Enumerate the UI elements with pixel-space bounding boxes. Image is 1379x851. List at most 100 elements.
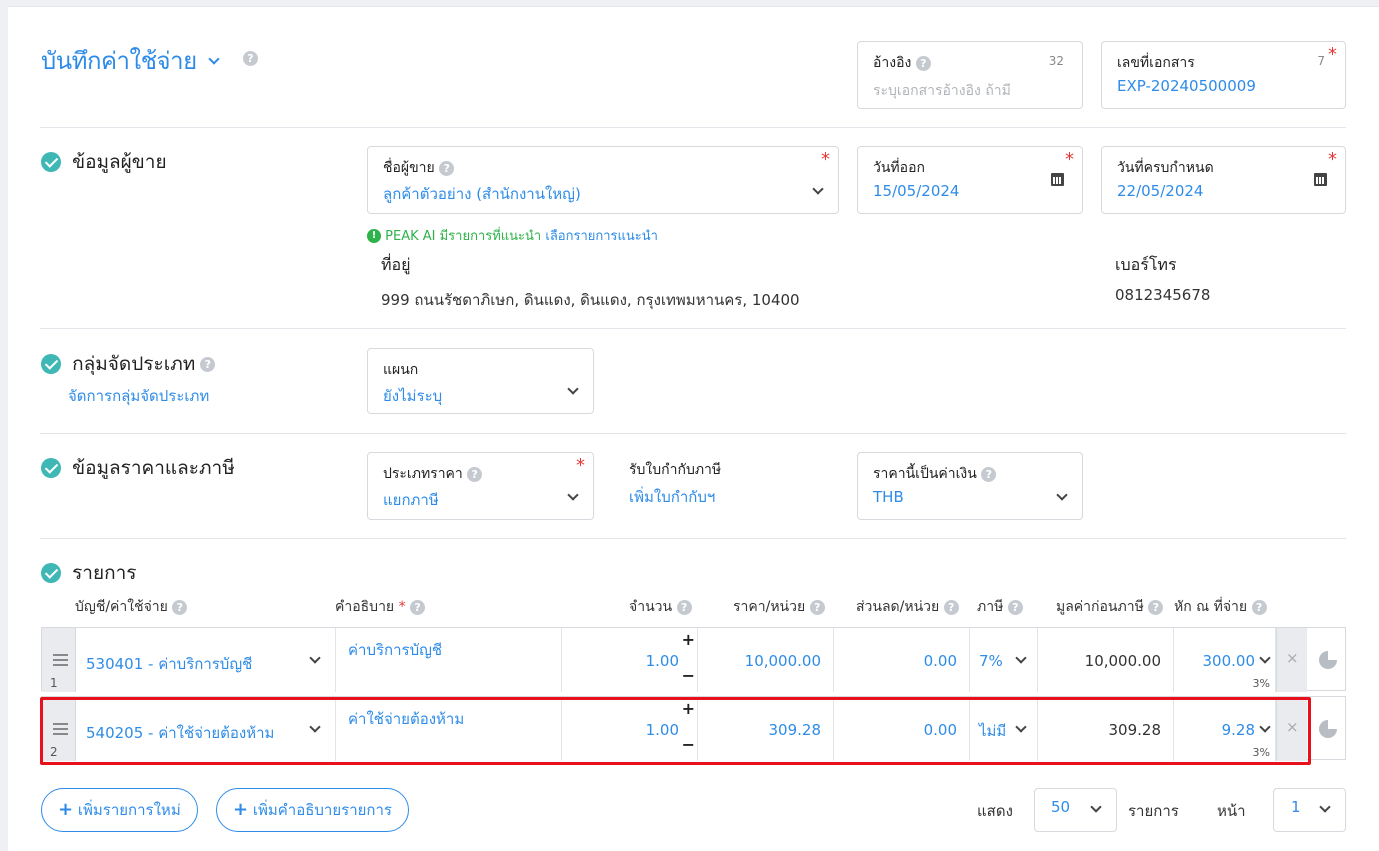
vendor-name-label: ชื่อผู้ขาย	[383, 160, 435, 176]
price-type-value: แยกภาษี	[383, 491, 439, 509]
add-item-button[interactable]: + เพิ่มรายการใหม่	[41, 788, 198, 832]
check-circle-icon	[41, 563, 61, 583]
items-label: รายการ	[1128, 802, 1179, 820]
help-icon[interactable]: ?	[172, 599, 188, 615]
required-mark: *	[1328, 149, 1337, 170]
manage-classification-link[interactable]: จัดการกลุ่มจัดประเภท	[68, 384, 209, 408]
chevron-down-icon	[1056, 489, 1068, 501]
description-input[interactable]: ค่าบริการบัญชี	[336, 628, 562, 692]
issue-date-field[interactable]: วันที่ออก * 15/05/2024	[857, 146, 1083, 214]
tax-select[interactable]: 7%	[970, 628, 1038, 692]
help-icon[interactable]: ?	[439, 160, 455, 176]
column-header-pretax: มูลค่าก่อนภาษี ?	[1056, 596, 1164, 618]
help-icon[interactable]: ?	[809, 599, 825, 615]
currency-select[interactable]: ราคานี้เป็นค่าเงิน ? THB	[857, 452, 1083, 520]
help-icon[interactable]: ?	[467, 466, 483, 482]
add-description-label: เพิ่มคำอธิบายรายการ	[252, 801, 392, 819]
discount-input[interactable]: 0.00	[834, 628, 970, 692]
description-value: ค่าบริการบัญชี	[348, 641, 443, 659]
phone-value: 0812345678	[1115, 286, 1211, 304]
help-icon[interactable]: ?	[242, 51, 258, 66]
issue-date-label: วันที่ออก	[873, 160, 925, 176]
drag-handle[interactable]: 1	[42, 628, 76, 692]
account-value: 530401 - ค่าบริการบัญชี	[86, 655, 253, 673]
pretax-amount: 10,000.00	[1038, 628, 1174, 692]
items-section-header: รายการ	[41, 558, 136, 588]
doc-number-input[interactable]: EXP-20240500009	[1117, 77, 1256, 95]
currency-value: THB	[873, 488, 904, 506]
quantity-stepper[interactable]: 1.00 + −	[562, 628, 698, 692]
vendor-select[interactable]: ชื่อผู้ขาย ? * ลูกค้าตัวอย่าง (สำนักงานใ…	[367, 146, 839, 214]
alert-icon: !	[367, 228, 381, 243]
due-date-value[interactable]: 22/05/2024	[1117, 182, 1203, 200]
address-label: ที่อยู่	[381, 255, 411, 274]
issue-date-value[interactable]: 15/05/2024	[873, 182, 959, 200]
page-title-group[interactable]: บันทึกค่าใช้จ่าย ?	[41, 41, 258, 80]
price-type-select[interactable]: ประเภทราคา ? * แยกภาษี	[367, 452, 594, 520]
reference-input[interactable]: ระบุเอกสารอ้างอิง ถ้ามี	[873, 80, 1011, 102]
minus-icon[interactable]: −	[682, 666, 695, 685]
divider	[40, 127, 1346, 128]
help-icon[interactable]: ?	[676, 599, 692, 615]
wht-select[interactable]: 300.00 3%	[1174, 628, 1276, 692]
pie-chart-icon[interactable]	[1319, 720, 1337, 738]
department-value: ยังไม่ระบุ	[383, 387, 443, 405]
phone-label: เบอร์โทร	[1115, 255, 1177, 274]
column-header-discount: ส่วนลด/หน่วย ?	[856, 596, 959, 618]
column-header-description: คำอธิบาย * ?	[335, 596, 426, 618]
page-size-value: 50	[1051, 798, 1071, 816]
column-header-price: ราคา/หน่วย ?	[733, 596, 825, 618]
help-icon[interactable]: ?	[410, 599, 426, 615]
doc-number-label: เลขที่เอกสาร	[1117, 55, 1195, 71]
divider	[40, 328, 1346, 329]
column-label: ส่วนลด/หน่วย	[856, 599, 940, 615]
wht-rate: 3%	[1252, 677, 1270, 690]
table-row: 1 530401 - ค่าบริการบัญชี ค่าบริการบัญชี…	[41, 627, 1346, 692]
chevron-down-icon	[1015, 652, 1027, 664]
account-select[interactable]: 530401 - ค่าบริการบัญชี	[76, 628, 336, 692]
help-icon[interactable]: ?	[1007, 599, 1023, 615]
drag-handle-icon	[53, 654, 68, 656]
plus-icon[interactable]: +	[682, 630, 695, 649]
pricing-section-header: ข้อมูลราคาและภาษี	[41, 453, 235, 483]
divider	[40, 538, 1346, 539]
address-value: 999 ถนนรัชดาภิเษก, ดินแดง, ดินแดง, กรุงเ…	[381, 291, 800, 309]
ai-hint-text: PEAK AI มีรายการที่แนะนำ	[385, 229, 542, 244]
highlight-box	[40, 697, 1311, 765]
help-icon[interactable]: ?	[943, 599, 959, 615]
reference-field[interactable]: อ้างอิง ? 32 ระบุเอกสารอ้างอิง ถ้ามี	[857, 41, 1083, 109]
doc-number-field[interactable]: เลขที่เอกสาร 7 * EXP-20240500009	[1101, 41, 1346, 109]
page-title[interactable]: บันทึกค่าใช้จ่าย	[41, 47, 197, 75]
help-icon[interactable]: ?	[1148, 599, 1164, 615]
add-description-button[interactable]: + เพิ่มคำอธิบายรายการ	[216, 788, 409, 832]
help-icon[interactable]: ?	[200, 356, 216, 372]
pie-chart-icon[interactable]	[1319, 651, 1337, 669]
help-icon[interactable]: ?	[915, 55, 931, 71]
department-select[interactable]: แผนก ยังไม่ระบุ	[367, 348, 594, 414]
ai-suggest-link[interactable]: เลือกรายการแนะนำ	[545, 229, 658, 244]
page-select[interactable]: 1	[1273, 788, 1346, 832]
help-icon[interactable]: ?	[981, 466, 997, 482]
ai-suggestion: ! PEAK AI มีรายการที่แนะนำ เลือกรายการแน…	[367, 225, 658, 246]
calendar-icon[interactable]	[1314, 173, 1327, 186]
chevron-down-icon[interactable]	[208, 53, 220, 65]
page-size-select[interactable]: 50	[1034, 788, 1117, 832]
remove-row-button[interactable]: ×	[1276, 628, 1307, 692]
column-header-wht: หัก ณ ที่จ่าย ?	[1174, 596, 1267, 618]
vendor-section-title: ข้อมูลผู้ขาย	[72, 151, 167, 173]
chevron-down-icon	[812, 183, 824, 195]
currency-label: ราคานี้เป็นค่าเงิน	[873, 466, 977, 482]
due-date-field[interactable]: วันที่ครบกำหนด * 22/05/2024	[1101, 146, 1346, 214]
chevron-down-icon	[1319, 801, 1331, 813]
calendar-icon[interactable]	[1051, 173, 1064, 186]
check-circle-icon	[41, 458, 61, 478]
unit-price-input[interactable]: 10,000.00	[698, 628, 834, 692]
plus-icon: +	[58, 799, 74, 820]
wht-value: 300.00	[1202, 652, 1256, 670]
pricing-section-title: ข้อมูลราคาและภาษี	[72, 457, 235, 479]
column-header-qty: จำนวน ?	[629, 596, 692, 618]
chevron-down-icon	[567, 489, 579, 501]
help-icon[interactable]: ?	[1251, 599, 1267, 615]
add-tax-invoice-link[interactable]: เพิ่มใบกำกับฯ	[629, 485, 715, 509]
column-label: หัก ณ ที่จ่าย	[1174, 599, 1248, 615]
